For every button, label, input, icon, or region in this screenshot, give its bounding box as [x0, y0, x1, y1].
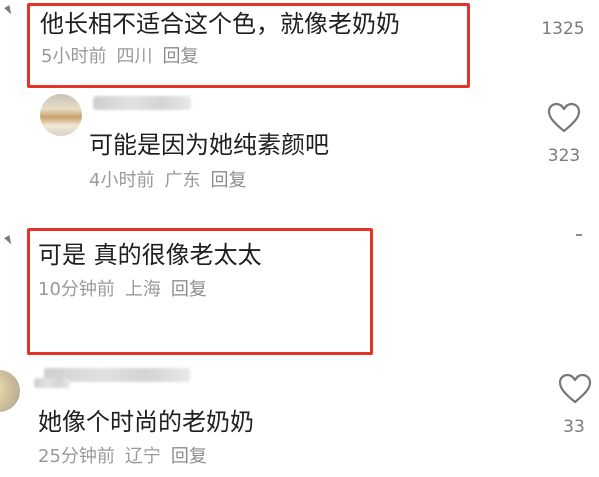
partial-icon	[4, 5, 14, 16]
comment-time: 25分钟前	[38, 446, 115, 467]
partial-icon	[576, 234, 582, 236]
reply-button[interactable]: 回复	[171, 279, 207, 300]
comment-meta: 25分钟前 辽宁 回复	[38, 446, 217, 468]
avatar[interactable]	[0, 370, 20, 412]
avatar[interactable]	[40, 94, 82, 136]
reply-button[interactable]: 回复	[171, 446, 207, 467]
username-blurred[interactable]	[93, 96, 191, 110]
reply-button[interactable]: 回复	[210, 170, 246, 191]
comment-time: 10分钟前	[38, 279, 115, 300]
comment-location: 四川	[116, 46, 153, 67]
comment-1: 他长相不适合这个色，就像老奶奶 5小时前 四川 回复 1325	[0, 0, 599, 92]
comment-meta: 4小时前 广东 回复	[89, 170, 256, 192]
comment-time: 5小时前	[41, 46, 107, 67]
heart-outline-icon[interactable]	[558, 373, 592, 405]
partial-icon	[4, 235, 14, 246]
comment-text: 她像个时尚的老奶奶	[38, 408, 254, 436]
comment-text: 可是 真的很像老太太	[38, 241, 262, 269]
comment-2: 可能是因为她纯素颜吧 4小时前 广东 回复 323	[0, 92, 599, 202]
like-count: 33	[563, 417, 585, 437]
like-count: 323	[547, 146, 581, 166]
heart-outline-icon[interactable]	[547, 102, 581, 134]
comment-meta: 5小时前 四川 回复	[41, 46, 208, 68]
like-count: 1325	[541, 19, 585, 39]
comment-location: 广东	[164, 170, 201, 191]
comment-text: 可能是因为她纯素颜吧	[89, 131, 329, 159]
comment-3: 可是 真的很像老太太 10分钟前 上海 回复	[0, 222, 599, 357]
comment-meta: 10分钟前 上海 回复	[38, 279, 217, 301]
comment-location: 辽宁	[124, 446, 161, 467]
comment-text: 他长相不适合这个色，就像老奶奶	[40, 10, 400, 38]
reply-button[interactable]: 回复	[162, 46, 198, 67]
username-blurred[interactable]	[34, 378, 70, 388]
comment-time: 4小时前	[89, 170, 155, 191]
comment-location: 上海	[124, 279, 161, 300]
comment-4: 她像个时尚的老奶奶 25分钟前 辽宁 回复 33	[0, 360, 599, 477]
